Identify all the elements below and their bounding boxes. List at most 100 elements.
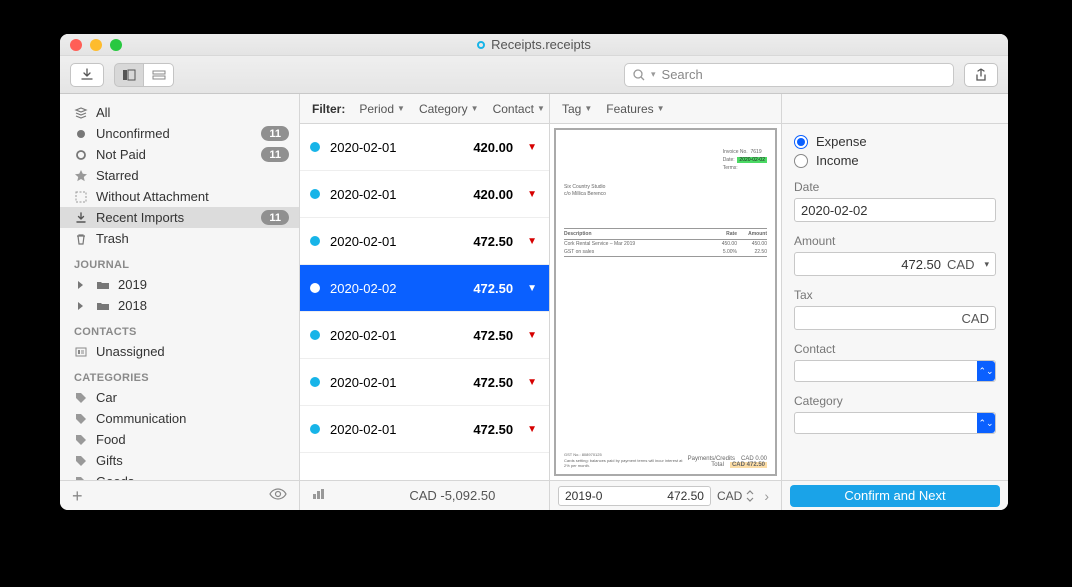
category-item-car[interactable]: Car [60,387,299,408]
currency-stepper[interactable]: CAD [717,489,754,503]
inspector-body: Expense Income Date 2020-02-02 Amount 47… [782,124,1008,480]
toolbar: ▾ Search [60,56,1008,94]
stack-icon [74,106,88,120]
import-button[interactable] [70,63,104,87]
list-total: CAD -5,092.50 [409,488,495,503]
sidebar-item-starred[interactable]: Starred [60,165,299,186]
journal-item-2018[interactable]: 2018 [60,295,299,316]
sidebar-item-without-attachment[interactable]: Without Attachment [60,186,299,207]
stats-button[interactable] [312,488,326,503]
status-dot-icon [310,283,320,293]
share-button[interactable] [964,63,998,87]
tag-icon [74,454,88,468]
tag-icon [74,391,88,405]
filter-label: Filter: [312,102,345,116]
inspector-panel: Expense Income Date 2020-02-02 Amount 47… [782,94,1008,510]
doc-table: Description Rate Amount Cork Rental Serv… [564,228,767,257]
journal-header: JOURNAL [60,249,299,274]
entry-date: 2020-02-01 [330,234,420,249]
entry-row[interactable]: 2020-02-01420.00▼ [300,171,549,218]
journal-item-2019[interactable]: 2019 [60,274,299,295]
category-item-food[interactable]: Food [60,429,299,450]
doc-footer: GST No.: 808970125 Cards setting: balanc… [564,452,767,468]
entry-date: 2020-02-01 [330,140,420,155]
document-preview[interactable]: Invoice No. 7619 Date: 2020-02-02 Terms:… [554,128,777,476]
tax-input[interactable]: CAD [794,306,996,330]
star-icon [74,169,88,183]
add-button[interactable]: + [72,487,83,505]
sidebar-footer: + [60,480,299,510]
categories-header: CATEGORIES [60,362,299,387]
filter-period[interactable]: Period ▼ [359,102,405,116]
entry-amount: 472.50 [473,422,513,437]
view-list-button[interactable] [114,63,144,87]
entries-list: 2020-02-01420.00▼2020-02-01420.00▼2020-0… [300,124,549,480]
eye-icon [269,488,287,500]
amount-currency: CAD [947,257,974,272]
inspector-footer: Confirm and Next [782,480,1008,510]
sidebar-item-recent-imports[interactable]: Recent Imports11 [60,207,299,228]
document-icon [477,41,485,49]
contact-select[interactable]: ⌃⌄ [794,360,996,382]
badge: 11 [261,126,289,141]
tax-currency: CAD [962,311,989,326]
radio-expense[interactable] [794,135,808,149]
category-item-gifts[interactable]: Gifts [60,450,299,471]
entry-amount: 472.50 [473,234,513,249]
footer-date-amount-input[interactable]: 2019-0 472.50 [558,486,711,506]
ring-icon [74,148,88,162]
contact-label: Contact [794,342,996,356]
entry-row[interactable]: 2020-02-01 472.50 ▼ [300,218,549,265]
chevron-down-icon: ▾ [984,259,989,270]
status-dot-icon [310,330,320,340]
contact-icon [74,345,88,359]
circle-icon [74,127,88,141]
list-icon [122,69,136,81]
caret-down-icon: ▼ [527,142,537,153]
next-page-button[interactable]: › [760,488,773,504]
sidebar-item-unconfirmed[interactable]: Unconfirmed11 [60,123,299,144]
amount-value: 472.50 [901,257,941,272]
entry-row[interactable]: 2020-02-01420.00▼ [300,124,549,171]
sidebar-item-not-paid[interactable]: Not Paid 11 [60,144,299,165]
sidebar-item-label: Not Paid [96,147,146,162]
caret-down-icon: ▼ [527,236,537,247]
chevron-down-icon: ▾ [651,69,656,80]
entry-row[interactable]: 2020-02-02472.50▼ [300,265,549,312]
radio-income[interactable] [794,154,808,168]
entry-row[interactable]: 2020-02-01 472.50 ▼ [300,312,549,359]
search-input[interactable]: ▾ Search [624,63,954,87]
preview-footer: 2019-0 472.50 CAD › [550,480,781,510]
category-select[interactable]: ⌃⌄ [794,412,996,434]
type-expense-row[interactable]: Expense [794,134,996,149]
disclosure-icon [74,299,88,313]
filter-tag[interactable]: Tag ▼ [562,102,592,116]
entry-row[interactable]: 2020-02-01472.50▼ [300,406,549,453]
contact-label: Unassigned [96,344,165,359]
chevron-down-icon: ▼ [537,104,545,113]
category-item-communication[interactable]: Communication [60,408,299,429]
folder-icon [96,299,110,313]
entry-amount: 472.50 [473,328,513,343]
type-income-row[interactable]: Income [794,153,996,168]
sidebar-item-trash[interactable]: Trash [60,228,299,249]
sidebar-item-all[interactable]: All [60,102,299,123]
view-grid-button[interactable] [144,63,174,87]
filter-features[interactable]: Features ▼ [606,102,664,116]
confirm-next-button[interactable]: Confirm and Next [790,485,1000,507]
status-dot-icon [310,142,320,152]
filter-category[interactable]: Category ▼ [419,102,479,116]
contact-item-unassigned[interactable]: Unassigned [60,341,299,362]
entry-amount: 472.50 [473,281,513,296]
chevron-down-icon: ▼ [657,104,665,113]
share-icon [975,68,987,82]
filter-contact[interactable]: Contact ▼ [493,102,545,116]
category-item-goods[interactable]: Goods [60,471,299,480]
entry-row[interactable]: 2020-02-01472.50▼ [300,359,549,406]
caret-down-icon: ▼ [527,330,537,341]
amount-input[interactable]: 472.50 CAD ▾ [794,252,996,276]
visibility-button[interactable] [269,487,287,504]
entry-date: 2020-02-01 [330,328,420,343]
badge: 11 [261,147,289,162]
date-input[interactable]: 2020-02-02 [794,198,996,222]
